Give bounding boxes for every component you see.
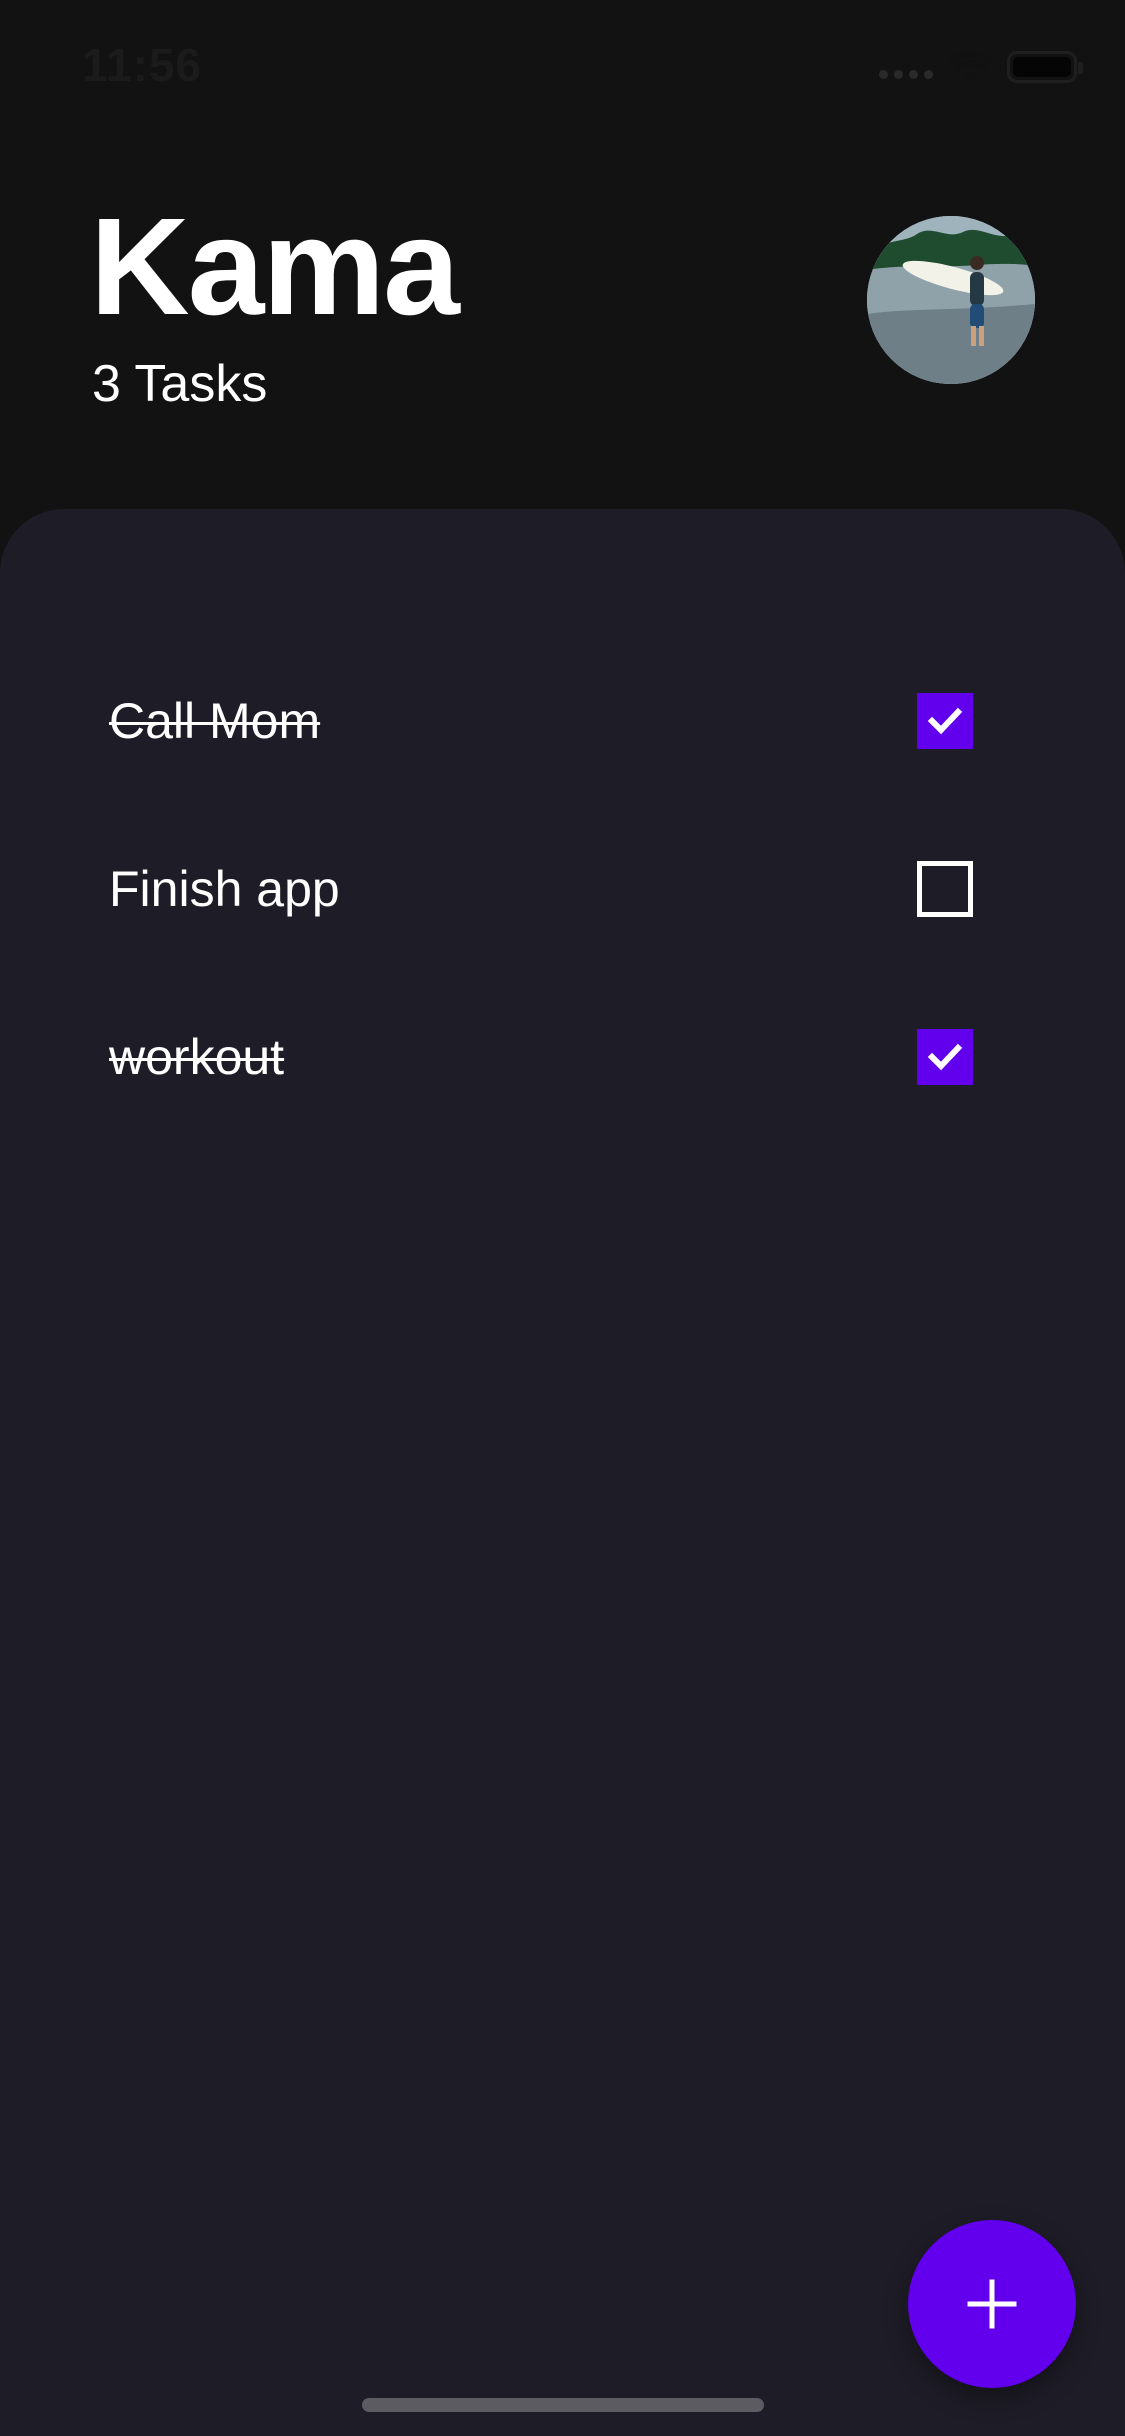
task-checkbox[interactable] <box>917 1029 973 1085</box>
header: Kama 3 Tasks <box>0 140 1125 510</box>
task-item-call-mom[interactable]: Call Mom <box>0 637 1125 805</box>
task-title: Call Mom <box>109 693 321 749</box>
status-bar: 11:56 <box>0 0 1125 140</box>
check-icon <box>927 1043 963 1071</box>
cellular-signal-icon <box>879 55 933 79</box>
task-count: 3 Tasks <box>92 355 268 413</box>
plus-icon <box>967 2279 1017 2329</box>
task-title: Finish app <box>109 861 340 917</box>
battery-icon <box>1007 51 1083 83</box>
task-list: Call Mom Finish app workout <box>0 637 1125 1141</box>
check-icon <box>927 707 963 735</box>
task-checkbox[interactable] <box>917 861 973 917</box>
home-indicator[interactable] <box>362 2398 764 2412</box>
add-task-button[interactable] <box>908 2220 1076 2388</box>
avatar[interactable] <box>867 216 1035 384</box>
task-checkbox[interactable] <box>917 693 973 749</box>
task-item-finish-app[interactable]: Finish app <box>0 805 1125 973</box>
task-item-workout[interactable]: workout <box>0 973 1125 1141</box>
status-icons <box>879 50 1083 84</box>
wifi-icon <box>947 50 993 81</box>
page-title: Kama <box>90 190 460 344</box>
task-title: workout <box>109 1029 285 1085</box>
battery-fill <box>1013 57 1071 77</box>
status-time: 11:56 <box>82 39 203 91</box>
task-panel: Call Mom Finish app workout <box>0 509 1125 2436</box>
